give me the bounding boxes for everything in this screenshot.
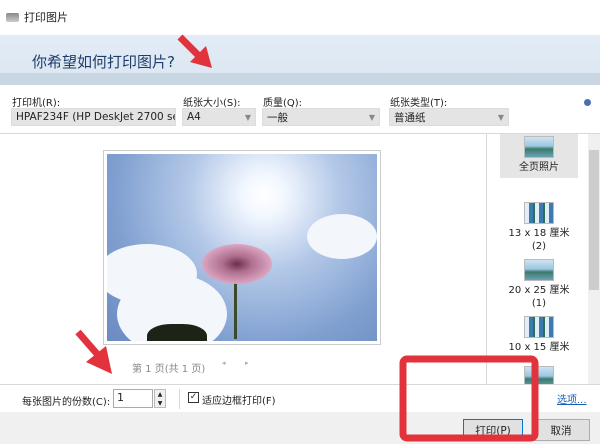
- red-highlight-box: [399, 355, 539, 442]
- annotation-layer: [75, 34, 539, 442]
- red-arrow-annotation: [177, 34, 212, 68]
- red-arrow-annotation: [75, 329, 112, 374]
